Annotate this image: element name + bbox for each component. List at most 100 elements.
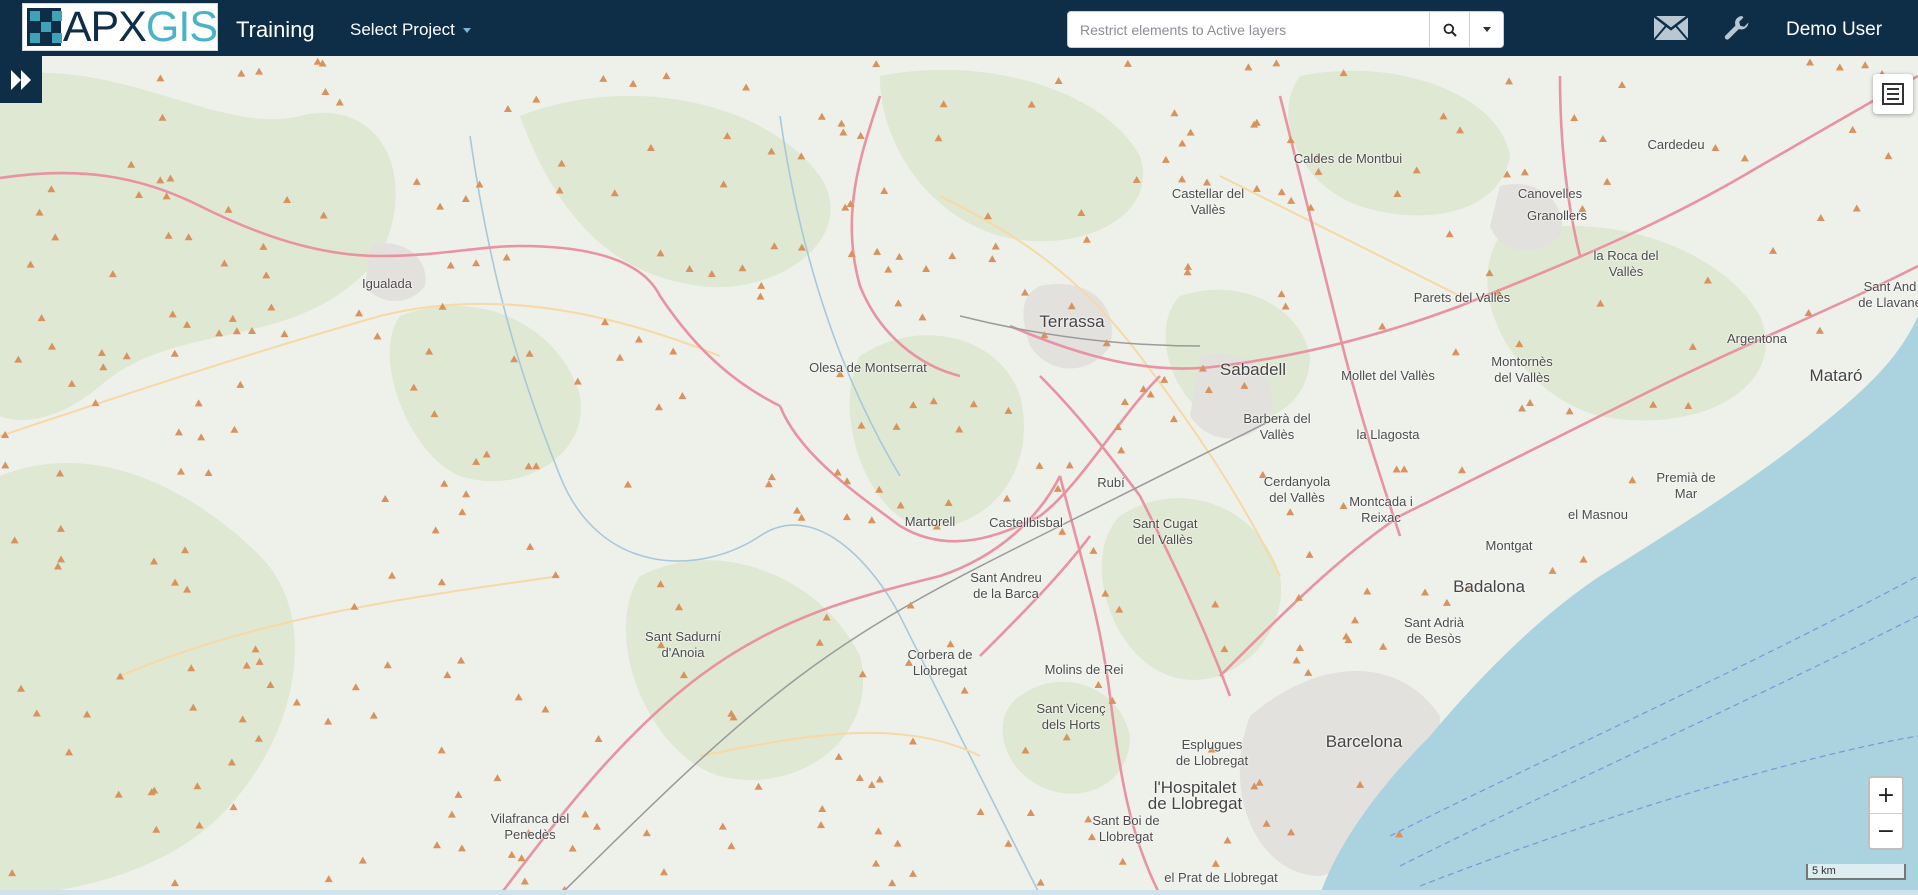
place-label: Badalona bbox=[1453, 577, 1525, 596]
search-input[interactable] bbox=[1068, 12, 1429, 47]
peak-marker bbox=[1442, 598, 1451, 606]
peak-marker bbox=[381, 494, 390, 502]
peak-marker bbox=[457, 844, 466, 852]
peak-marker bbox=[1004, 839, 1013, 847]
peak-marker bbox=[1848, 125, 1857, 133]
peak-marker bbox=[1378, 322, 1387, 330]
peak-marker bbox=[472, 259, 481, 267]
peak-marker bbox=[581, 810, 590, 818]
peak-marker bbox=[1598, 134, 1607, 142]
peak-marker bbox=[174, 428, 183, 436]
place-label: Sant And de Llavane bbox=[1858, 279, 1918, 310]
place-label: Mollet del Vallès bbox=[1341, 368, 1435, 383]
peak-marker bbox=[894, 299, 903, 307]
peak-marker bbox=[893, 839, 902, 847]
peak-marker bbox=[659, 868, 668, 876]
peak-marker bbox=[1292, 656, 1301, 664]
peak-marker bbox=[1117, 446, 1126, 454]
peak-marker bbox=[503, 104, 512, 112]
peak-marker bbox=[874, 827, 883, 835]
peak-marker bbox=[358, 856, 367, 864]
peak-marker bbox=[1094, 681, 1103, 689]
peak-marker bbox=[204, 469, 213, 477]
peak-marker bbox=[355, 309, 364, 317]
place-label: Sabadell bbox=[1219, 360, 1287, 379]
place-label: Sant Adrià de Besòs bbox=[1404, 615, 1464, 646]
peak-marker bbox=[615, 353, 624, 361]
peak-marker bbox=[446, 261, 455, 269]
peak-marker bbox=[440, 479, 449, 487]
peak-marker bbox=[895, 252, 904, 260]
peak-marker bbox=[1740, 154, 1749, 162]
double-chevron-right-icon bbox=[11, 69, 31, 90]
peak-marker bbox=[817, 112, 826, 120]
peak-marker bbox=[1036, 878, 1045, 886]
wrench-icon[interactable] bbox=[1723, 14, 1751, 47]
place-label: Mataró bbox=[1809, 366, 1863, 385]
peak-marker bbox=[1379, 642, 1388, 650]
urban-areas bbox=[365, 184, 1562, 876]
caret-down-icon bbox=[462, 28, 471, 34]
app-title: Training bbox=[236, 17, 315, 42]
peak-marker bbox=[1451, 348, 1460, 356]
peak-marker bbox=[1296, 643, 1305, 651]
peak-marker bbox=[1272, 59, 1281, 67]
peak-marker bbox=[1304, 668, 1313, 676]
place-label: Terrassa bbox=[1039, 312, 1105, 331]
search-options-dropdown[interactable] bbox=[1469, 12, 1503, 47]
peak-marker bbox=[855, 774, 864, 782]
peak-marker bbox=[502, 253, 511, 261]
peak-marker bbox=[834, 752, 843, 760]
peak-marker bbox=[532, 95, 541, 103]
zoom-control: + − bbox=[1868, 776, 1904, 850]
peak-marker bbox=[230, 425, 239, 433]
peak-marker bbox=[520, 877, 529, 885]
peak-marker bbox=[678, 392, 687, 400]
peak-marker bbox=[976, 808, 985, 816]
layer-list-button[interactable] bbox=[1873, 74, 1913, 114]
peak-marker bbox=[842, 513, 851, 521]
zoom-in-button[interactable]: + bbox=[1870, 778, 1902, 813]
select-project-dropdown[interactable]: Select Project bbox=[350, 20, 471, 40]
peak-marker bbox=[412, 177, 421, 185]
peak-marker bbox=[1277, 188, 1286, 196]
select-project-label: Select Project bbox=[350, 20, 455, 39]
place-label: Igualada bbox=[362, 276, 412, 291]
peak-marker bbox=[1579, 555, 1588, 563]
peak-marker bbox=[871, 859, 880, 867]
zoom-out-button[interactable]: − bbox=[1870, 813, 1902, 848]
place-label: Corbera de Llobregat bbox=[907, 647, 973, 678]
envelope-icon[interactable] bbox=[1653, 15, 1689, 46]
peak-marker bbox=[1570, 113, 1579, 121]
peak-marker bbox=[623, 480, 632, 488]
place-label: Parets del Vallès bbox=[1413, 290, 1511, 305]
app-logo[interactable]: APXGIS bbox=[22, 3, 218, 51]
peak-marker bbox=[1565, 407, 1574, 415]
user-menu[interactable]: Demo User bbox=[1786, 19, 1882, 41]
peak-marker bbox=[797, 513, 806, 521]
peak-marker bbox=[793, 506, 802, 514]
peak-marker bbox=[1252, 184, 1261, 192]
peak-marker bbox=[1118, 857, 1127, 865]
peak-marker bbox=[629, 79, 638, 87]
peak-marker bbox=[335, 98, 344, 106]
peak-marker bbox=[908, 737, 917, 745]
peak-marker bbox=[922, 265, 931, 273]
search-button[interactable] bbox=[1429, 12, 1469, 47]
place-label: Molins de Rei bbox=[1044, 662, 1124, 677]
place-label: Vilafranca del Penedès bbox=[490, 811, 570, 842]
sidebar-toggle-button[interactable] bbox=[0, 56, 42, 103]
peak-marker bbox=[856, 131, 865, 139]
peak-marker bbox=[767, 473, 776, 481]
peak-marker bbox=[742, 83, 751, 91]
peak-marker bbox=[324, 717, 333, 725]
peak-marker bbox=[1445, 230, 1454, 238]
peak-marker bbox=[1183, 262, 1192, 270]
peak-marker bbox=[888, 879, 897, 887]
basemap bbox=[0, 57, 1918, 895]
peak-marker bbox=[387, 571, 396, 579]
peak-marker bbox=[880, 186, 889, 194]
peak-marker bbox=[908, 869, 917, 877]
map-canvas[interactable]: Igualada Olesa de Montserrat Terrassa Sa… bbox=[0, 56, 1918, 895]
peak-marker bbox=[1082, 235, 1091, 243]
